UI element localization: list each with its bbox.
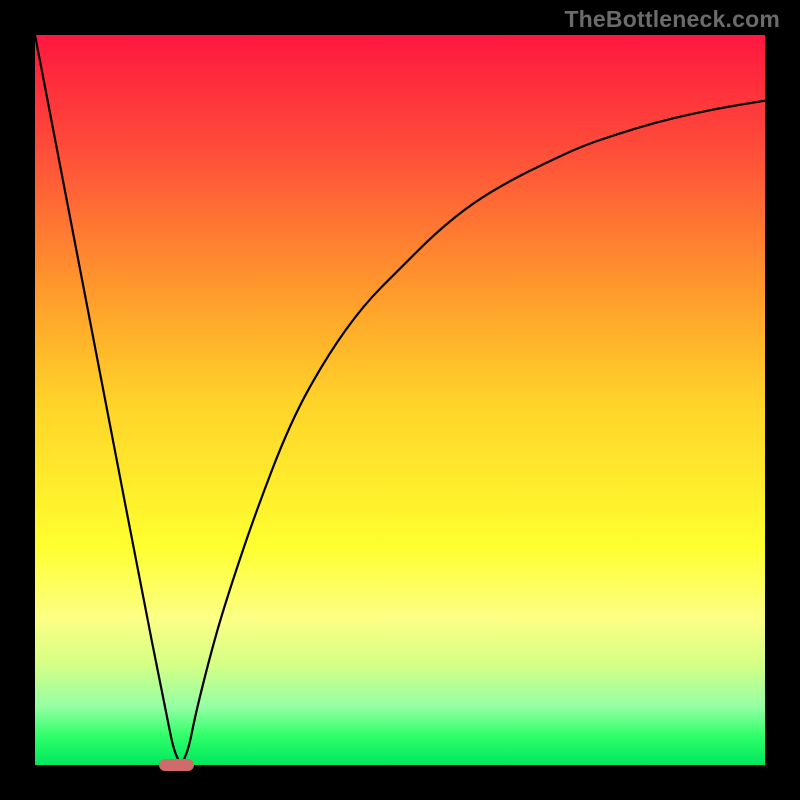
plot-area (35, 35, 765, 765)
minimum-marker (159, 759, 194, 771)
bottleneck-curve (35, 35, 765, 761)
watermark-text: TheBottleneck.com (564, 6, 780, 33)
curve-svg (35, 35, 765, 765)
chart-frame: TheBottleneck.com (0, 0, 800, 800)
